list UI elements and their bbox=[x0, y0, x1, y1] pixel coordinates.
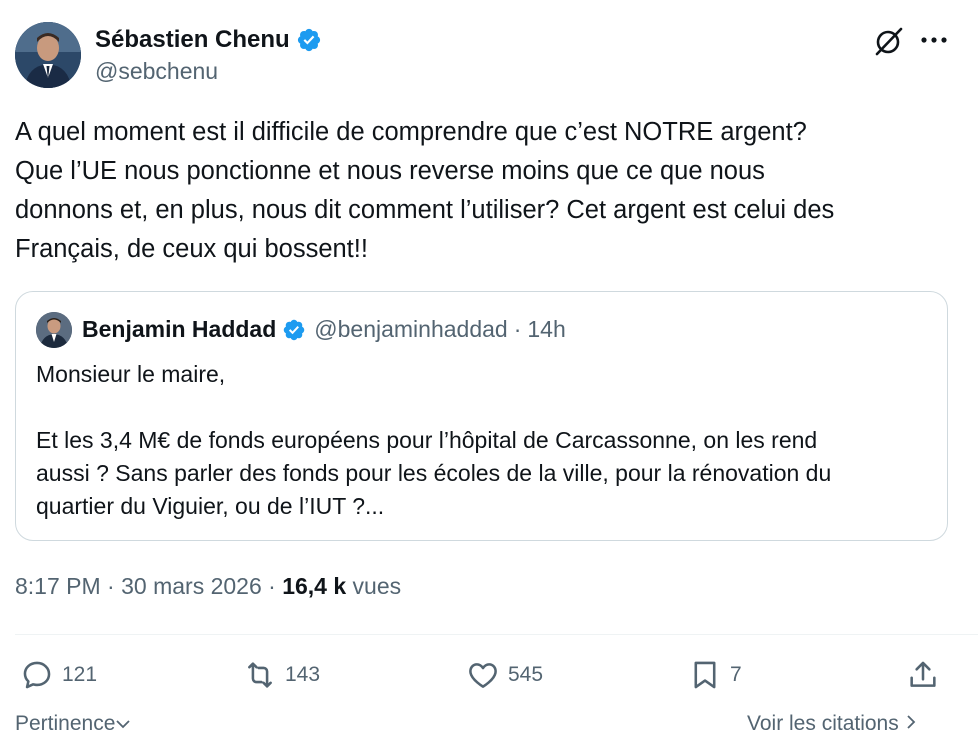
reply-button[interactable]: 121 bbox=[20, 655, 97, 695]
bookmark-count: 7 bbox=[730, 663, 742, 686]
like-button[interactable]: 545 bbox=[466, 655, 543, 695]
sort-label: Pertinence bbox=[15, 712, 116, 735]
share-icon bbox=[910, 661, 936, 687]
quote-author-name[interactable]: Benjamin Haddad bbox=[82, 316, 276, 343]
chevron-down-icon bbox=[116, 720, 131, 729]
views-count: 16,4 k bbox=[282, 573, 347, 599]
tweet-text: A quel moment est il difficile de compre… bbox=[15, 118, 835, 263]
reply-icon bbox=[23, 661, 51, 689]
repost-count: 143 bbox=[285, 663, 321, 686]
tweet-date[interactable]: 30 mars 2026 bbox=[121, 573, 262, 599]
quote-timestamp[interactable]: 14h bbox=[527, 316, 565, 343]
meta-separator: · bbox=[107, 573, 115, 599]
like-count: 545 bbox=[508, 663, 544, 686]
author-handle[interactable]: @sebchenu bbox=[95, 58, 218, 85]
quote-text: Monsieur le maire, Et les 3,4 M€ de fond… bbox=[36, 361, 832, 519]
views-label: vues bbox=[352, 573, 402, 599]
like-icon bbox=[469, 663, 497, 688]
divider bbox=[15, 634, 978, 635]
chevron-right-icon bbox=[906, 715, 915, 729]
quote-author-handle[interactable]: @benjaminhaddad bbox=[314, 316, 507, 343]
repost-icon bbox=[248, 662, 272, 688]
quote-separator: · bbox=[513, 316, 522, 342]
repost-button[interactable]: 143 bbox=[243, 655, 320, 695]
more-icon[interactable] bbox=[918, 26, 950, 54]
verified-badge-icon bbox=[284, 319, 305, 340]
sort-dropdown[interactable]: Pertinence bbox=[15, 712, 131, 736]
quote-header[interactable]: Benjamin Haddad @benjaminhaddad · 14h bbox=[82, 316, 566, 343]
author-avatar[interactable] bbox=[15, 22, 81, 88]
share-button[interactable] bbox=[906, 655, 948, 695]
tweet-meta: 8:17 PM · 30 mars 2026 · 16,4 k vues bbox=[15, 573, 401, 600]
author-name-row[interactable]: Sébastien Chenu bbox=[95, 26, 322, 54]
quoted-tweet[interactable]: Benjamin Haddad @benjaminhaddad · 14h Mo… bbox=[15, 291, 948, 541]
view-quotes-link[interactable]: Voir les citations bbox=[747, 712, 917, 736]
reply-count: 121 bbox=[62, 663, 98, 686]
bookmark-icon bbox=[694, 661, 716, 689]
bookmark-button[interactable]: 7 bbox=[688, 655, 742, 695]
author-name[interactable]: Sébastien Chenu bbox=[95, 26, 290, 54]
meta-separator: · bbox=[268, 573, 276, 599]
grok-icon[interactable] bbox=[872, 24, 906, 58]
view-quotes-label: Voir les citations bbox=[747, 712, 899, 735]
quote-avatar[interactable] bbox=[36, 312, 72, 348]
verified-badge-icon bbox=[297, 28, 320, 52]
tweet-time[interactable]: 8:17 PM bbox=[15, 573, 101, 599]
